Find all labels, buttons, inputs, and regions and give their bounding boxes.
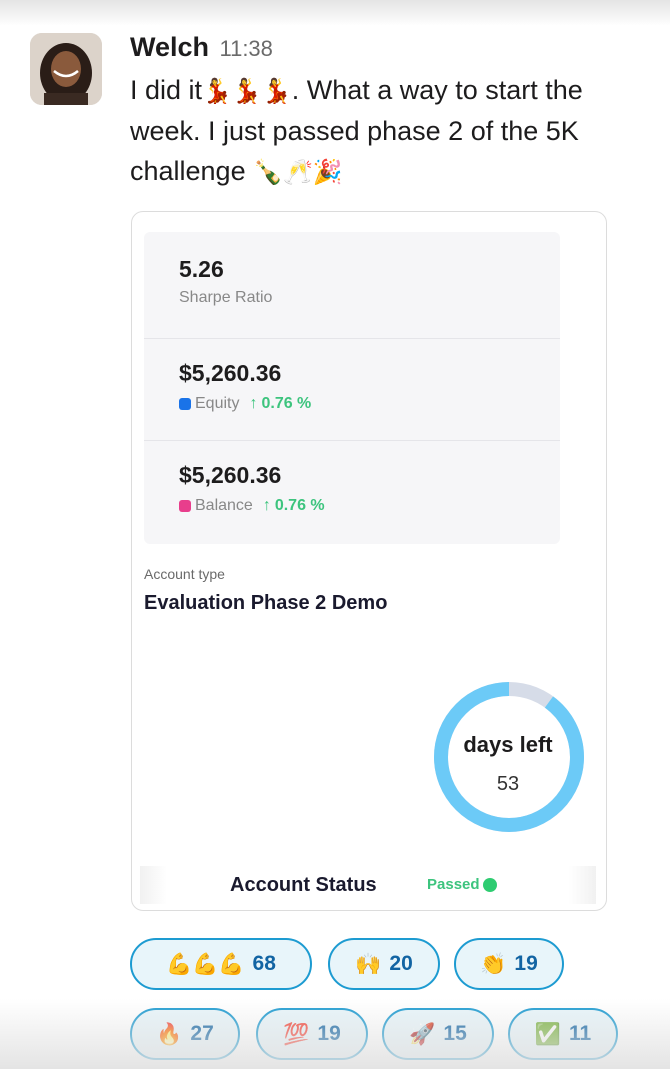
up-arrow-icon: ↑ xyxy=(262,497,271,514)
clapping-hands-icon: 👏 xyxy=(480,951,507,976)
reaction-clapping-hands[interactable]: 👏 19 xyxy=(454,938,564,990)
dancer-emoji: 💃💃💃 xyxy=(202,77,292,105)
equity-legend-dot xyxy=(179,398,191,410)
reaction-count: 15 xyxy=(443,1022,467,1045)
flexed-biceps-icon: 💪💪💪 xyxy=(166,951,245,976)
account-status-value: Passed xyxy=(427,876,497,893)
reaction-count: 27 xyxy=(190,1022,214,1045)
attachment-image[interactable]: 5.26 Sharpe Ratio $5,260.36 Equity ↑ 0.7… xyxy=(131,211,607,911)
divider xyxy=(144,338,560,339)
raising-hands-icon: 🙌 xyxy=(355,951,382,976)
username[interactable]: Welch xyxy=(130,32,209,62)
balance-value: $5,260.36 xyxy=(179,462,282,488)
reaction-count: 19 xyxy=(514,952,538,975)
days-left-value: 53 xyxy=(496,773,520,795)
balance-stat: $5,260.36 Balance ↑ 0.76 % xyxy=(179,462,325,515)
timestamp[interactable]: 11:38 xyxy=(219,36,272,61)
rocket-icon: 🚀 xyxy=(409,1021,436,1046)
reaction-rocket[interactable]: 🚀 15 xyxy=(382,1008,494,1060)
reaction-fire[interactable]: 🔥 27 xyxy=(130,1008,240,1060)
equity-value: $5,260.36 xyxy=(179,360,282,386)
celebration-emoji: 🍾🥂🎉 xyxy=(253,158,343,186)
fire-icon: 🔥 xyxy=(156,1021,183,1046)
reaction-raising-hands[interactable]: 🙌 20 xyxy=(328,938,440,990)
stats-panel: 5.26 Sharpe Ratio $5,260.36 Equity ↑ 0.7… xyxy=(144,232,560,544)
balance-change: 0.76 % xyxy=(274,497,325,514)
passed-text: Passed xyxy=(427,876,480,893)
divider xyxy=(144,440,560,441)
status-dot-icon xyxy=(482,877,497,892)
up-arrow-icon: ↑ xyxy=(249,395,258,412)
account-type-label: Account type xyxy=(144,566,225,582)
check-mark-icon: ✅ xyxy=(534,1021,561,1046)
message-text-part: I did it xyxy=(130,75,203,105)
message-header: Welch 11:38 xyxy=(130,32,273,64)
balance-legend-dot xyxy=(179,500,191,512)
reaction-count: 19 xyxy=(317,1022,341,1045)
reaction-count: 68 xyxy=(252,952,276,975)
sharpe-ratio-label: Sharpe Ratio xyxy=(179,289,273,306)
avatar[interactable] xyxy=(30,33,102,105)
equity-change: 0.76 % xyxy=(261,395,312,412)
reaction-count: 11 xyxy=(568,1022,592,1045)
days-left-title: days left xyxy=(463,732,553,757)
account-status-label: Account Status xyxy=(230,874,377,896)
reaction-flexed-biceps[interactable]: 💪💪💪 68 xyxy=(130,938,312,990)
equity-label: Equity xyxy=(195,395,240,412)
equity-stat: $5,260.36 Equity ↑ 0.76 % xyxy=(179,360,311,413)
account-type-value: Evaluation Phase 2 Demo xyxy=(144,592,388,614)
hundred-points-icon: 💯 xyxy=(283,1021,310,1046)
top-edge-shadow xyxy=(0,0,670,26)
sharpe-ratio-value: 5.26 xyxy=(179,256,224,282)
reaction-check-mark[interactable]: ✅ 11 xyxy=(508,1008,618,1060)
reaction-count: 20 xyxy=(389,952,413,975)
reaction-hundred-points[interactable]: 💯 19 xyxy=(256,1008,368,1060)
balance-label: Balance xyxy=(195,497,253,514)
sharpe-ratio-stat: 5.26 Sharpe Ratio xyxy=(179,256,272,307)
message-text: I did it💃💃💃. What a way to start the wee… xyxy=(130,70,640,192)
